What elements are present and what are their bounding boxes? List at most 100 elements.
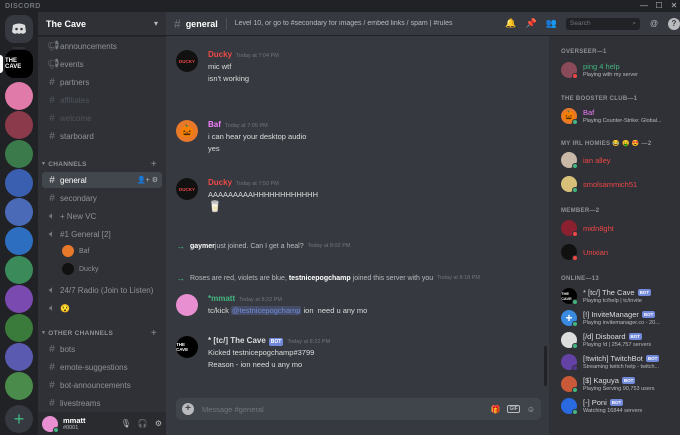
channel-topic[interactable]: Level 10, or go to #secondary for images… bbox=[235, 20, 475, 27]
hash-icon: # bbox=[49, 379, 55, 391]
server-icon[interactable] bbox=[5, 198, 33, 226]
voice-channel-new-vc[interactable]: 🔈︎ + New VC bbox=[42, 208, 162, 224]
microphone-icon[interactable]: 🎙 bbox=[121, 419, 131, 428]
member-item[interactable]: [!twitch] TwitchBot BOT Streaming twitch … bbox=[561, 352, 676, 372]
help-icon[interactable]: ? bbox=[668, 17, 680, 30]
voice-user-baf[interactable]: Baf bbox=[62, 244, 90, 258]
user-info[interactable]: mmatt #0001 bbox=[63, 416, 114, 431]
member-item[interactable]: ping 4 help Playing with my server bbox=[561, 60, 676, 80]
home-button[interactable] bbox=[5, 15, 33, 43]
members-icon[interactable]: 👥 bbox=[546, 18, 557, 29]
server-icon[interactable] bbox=[5, 82, 33, 110]
channel-welcome[interactable]: # welcome bbox=[42, 110, 162, 126]
channel-partners[interactable]: # partners bbox=[42, 74, 162, 90]
message-body: Ducky Today at 7:04 PM mic wtf isn't work… bbox=[208, 50, 528, 85]
attach-button[interactable]: + bbox=[182, 403, 194, 415]
server-icon[interactable] bbox=[5, 343, 33, 371]
member-name-text: ian alley bbox=[583, 156, 611, 165]
member-name-text: smolsammich51 bbox=[583, 180, 638, 189]
member-item[interactable]: 🎃 Baf Playing Counter-Strike: Global... bbox=[561, 106, 676, 126]
server-icon[interactable] bbox=[5, 169, 33, 197]
channel-starboard[interactable]: # starboard bbox=[42, 128, 162, 144]
member-name-text: [-] Poni bbox=[583, 398, 607, 407]
server-icon[interactable] bbox=[5, 140, 33, 168]
member-item[interactable]: [/d] Disboard BOT Playing !d | 254,757 se… bbox=[561, 330, 676, 350]
maximize-button[interactable]: ☐ bbox=[653, 0, 665, 12]
member-activity: Playing Counter-Strike: Global... bbox=[583, 118, 662, 124]
scrollbar-thumb[interactable] bbox=[544, 346, 547, 386]
channel-events[interactable]: 📢︎ events bbox=[42, 56, 162, 72]
avatar[interactable]: DUCKY bbox=[176, 178, 198, 200]
close-button[interactable]: ✕ bbox=[668, 0, 680, 12]
channel-label: announcements bbox=[60, 41, 117, 51]
avatar[interactable]: 🎃 bbox=[176, 120, 198, 142]
server-icon[interactable] bbox=[5, 372, 33, 400]
member-name-text: midn8ght bbox=[583, 224, 614, 233]
message-author[interactable]: *mmatt bbox=[208, 294, 235, 303]
joined-user[interactable]: gaymer bbox=[190, 243, 215, 250]
channel-affiliates[interactable]: # affiliates bbox=[42, 92, 162, 108]
emoji-icon[interactable]: ☺ bbox=[527, 405, 535, 414]
caret-down-icon: ▼ bbox=[41, 330, 47, 336]
avatar bbox=[62, 245, 74, 257]
search-input[interactable]: Search ⌕ bbox=[566, 17, 640, 30]
message-author[interactable]: Baf bbox=[208, 120, 221, 129]
hash-icon: # bbox=[49, 130, 55, 142]
gear-icon[interactable]: ⚙ bbox=[155, 419, 162, 428]
pin-icon[interactable]: 📌 bbox=[526, 18, 537, 29]
chevron-down-icon[interactable]: ▾ bbox=[154, 19, 158, 28]
avatar[interactable] bbox=[176, 294, 198, 316]
server-icon[interactable] bbox=[5, 314, 33, 342]
channel-announcements[interactable]: 📢︎ announcements bbox=[42, 38, 162, 54]
message-author[interactable]: Ducky bbox=[208, 178, 232, 187]
member-item[interactable]: smolsammich51 bbox=[561, 174, 676, 194]
server-the-cave[interactable]: THE CAVE bbox=[5, 50, 33, 78]
channel-secondary[interactable]: # secondary bbox=[42, 190, 162, 206]
invite-settings-icons[interactable]: 👤+ ⚙ bbox=[137, 176, 158, 184]
member-item[interactable]: Unixian bbox=[561, 242, 676, 262]
guild-header[interactable]: The Cave ▾ bbox=[38, 12, 166, 36]
channel-general[interactable]: # general 👤+ ⚙ bbox=[42, 172, 162, 188]
member-name-text: Unixian bbox=[583, 248, 609, 257]
channel-emote-suggestions[interactable]: # emote-suggestions bbox=[42, 359, 162, 375]
gift-icon[interactable]: 🎁 bbox=[491, 405, 501, 414]
gif-button[interactable]: GIF bbox=[507, 405, 520, 413]
server-icon[interactable] bbox=[5, 227, 33, 255]
server-icon[interactable] bbox=[5, 285, 33, 313]
channel-livestreams[interactable]: # livestreams bbox=[42, 395, 162, 411]
mention-icon[interactable]: @ bbox=[648, 18, 660, 30]
server-icon[interactable] bbox=[5, 256, 33, 284]
headphones-icon[interactable]: 🎧 bbox=[138, 419, 148, 428]
member-item[interactable]: THE CAVE * [tc/] The Cave BOT Playing tc/… bbox=[561, 286, 676, 306]
message-author[interactable]: * [tc/] The Cave bbox=[208, 336, 266, 345]
minimize-button[interactable]: — bbox=[638, 0, 650, 12]
message-author[interactable]: Ducky bbox=[208, 50, 232, 59]
channel-label: bots bbox=[60, 344, 76, 354]
avatar[interactable]: THE CAVE bbox=[176, 336, 198, 358]
channel-bot-announcements[interactable]: # bot-announcements bbox=[42, 377, 162, 393]
add-server-button[interactable]: + bbox=[5, 405, 33, 433]
voice-channel-general[interactable]: 🔈︎ #1 General [2] bbox=[42, 226, 162, 242]
member-item[interactable]: ian alley bbox=[561, 150, 676, 170]
category-channels[interactable]: ▼ CHANNELS + bbox=[41, 158, 163, 170]
bell-icon[interactable]: 🔔 bbox=[505, 18, 516, 29]
member-item[interactable]: [$] Kaguya BOT Playing Serving 90,753 use… bbox=[561, 374, 676, 394]
avatar bbox=[62, 263, 74, 275]
message-input[interactable] bbox=[202, 404, 484, 414]
search-icon: ⌕ bbox=[632, 19, 636, 27]
server-icon[interactable] bbox=[5, 111, 33, 139]
avatar[interactable]: DUCKY bbox=[176, 50, 198, 72]
voice-user-ducky[interactable]: Ducky bbox=[62, 262, 98, 276]
voice-channel-radio[interactable]: 🔈︎ 24/7 Radio (Join to Listen) bbox=[42, 282, 162, 298]
joined-user[interactable]: testnicepogchamp bbox=[289, 275, 351, 282]
avatar[interactable] bbox=[42, 415, 59, 433]
user-mention[interactable]: @testnicepogchamp bbox=[230, 306, 302, 315]
voice-channel-emoji[interactable]: 🔈︎ 😯 bbox=[42, 300, 162, 316]
add-channel-button[interactable]: + bbox=[151, 328, 157, 339]
member-item[interactable]: midn8ght bbox=[561, 218, 676, 238]
member-item[interactable]: + [!] InviteManager BOT Playing inviteman… bbox=[561, 308, 676, 328]
channel-bots[interactable]: # bots bbox=[42, 341, 162, 357]
member-item[interactable]: [-] Poni BOT Watching 16844 servers bbox=[561, 396, 676, 416]
category-other-channels[interactable]: ▼ OTHER CHANNELS + bbox=[41, 327, 163, 339]
add-channel-button[interactable]: + bbox=[151, 159, 157, 170]
